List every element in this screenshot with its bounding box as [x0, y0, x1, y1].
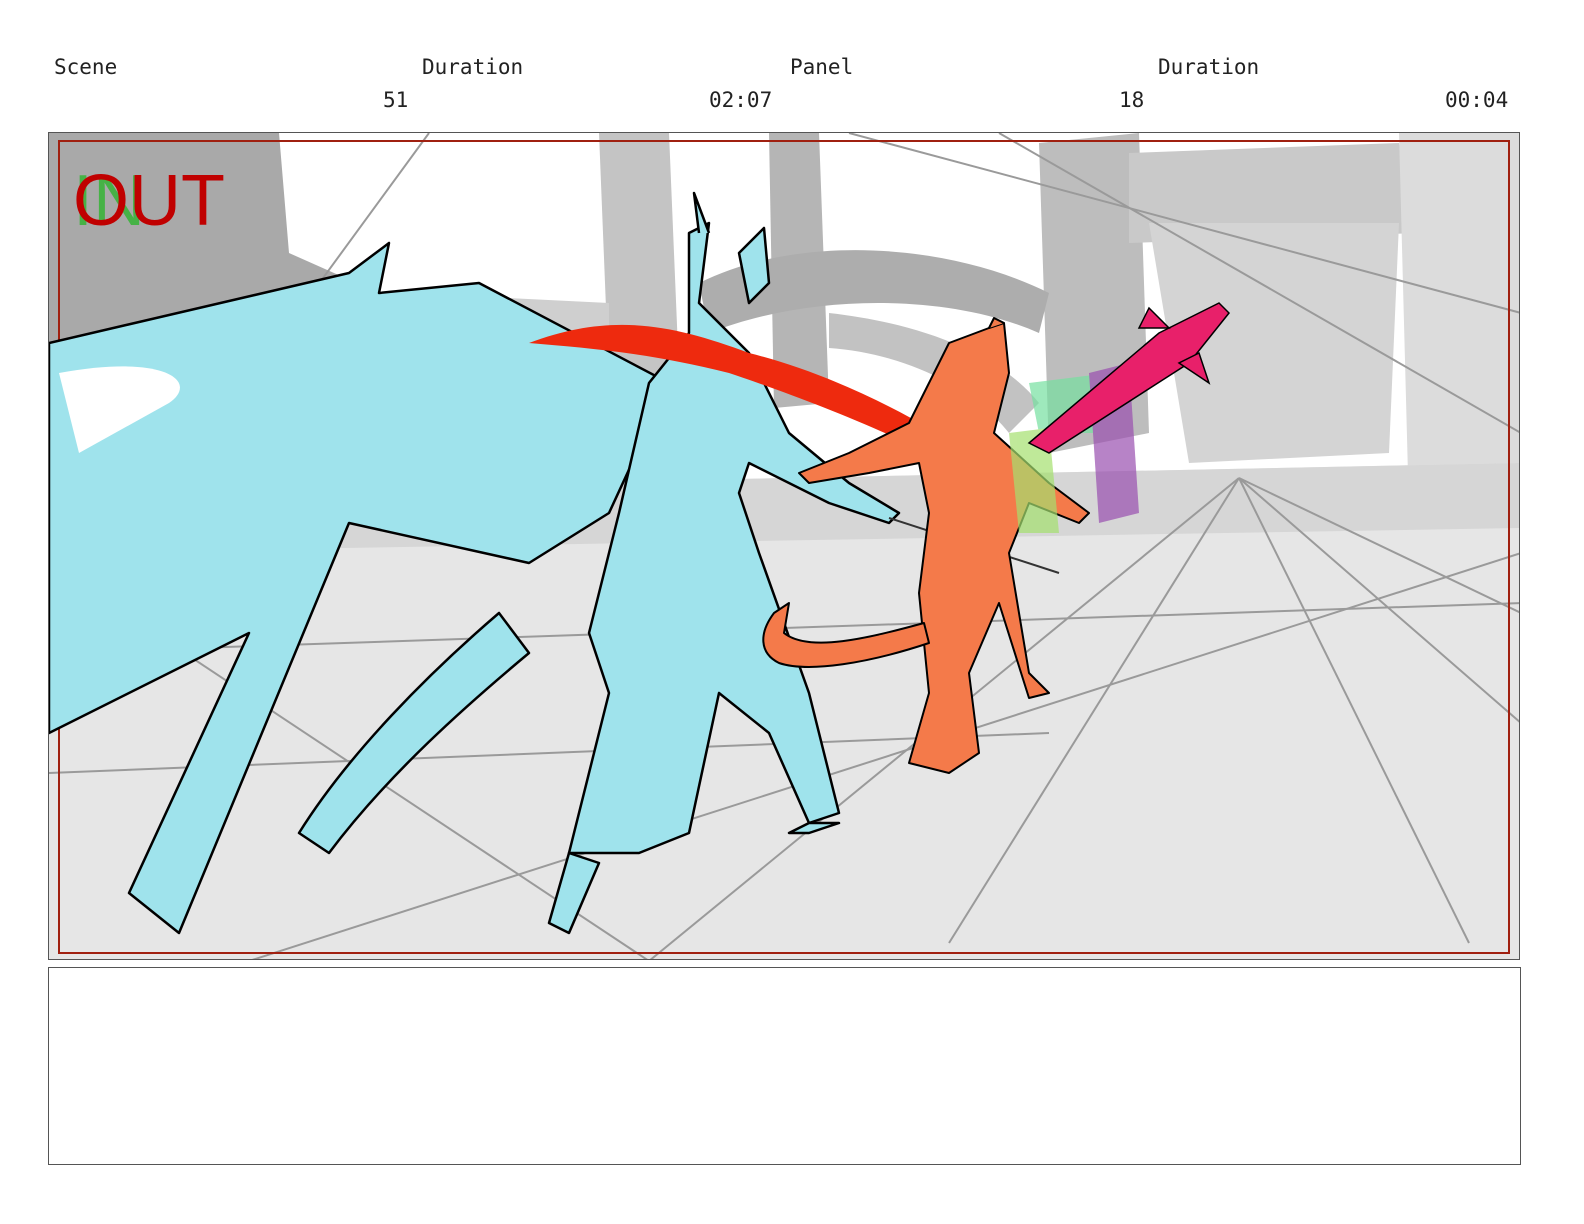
panel-number: 18	[1119, 88, 1145, 112]
panel-duration-value: 00:04	[1445, 88, 1509, 112]
panel-label: Panel	[790, 55, 854, 79]
panel-duration-label: Duration	[1158, 55, 1260, 79]
out-marker: OUT	[73, 161, 225, 241]
storyboard-panel: IN OUT	[48, 132, 1520, 960]
panel-notes-box[interactable]	[48, 967, 1521, 1165]
panel-sketch	[49, 133, 1519, 959]
scene-duration-label: Duration	[422, 55, 524, 79]
panel-notes-text	[49, 968, 1520, 992]
scene-label: Scene	[54, 55, 118, 79]
scene-number: 51	[383, 88, 409, 112]
scene-duration-value: 02:07	[709, 88, 773, 112]
in-out-marker: IN OUT	[73, 161, 253, 241]
